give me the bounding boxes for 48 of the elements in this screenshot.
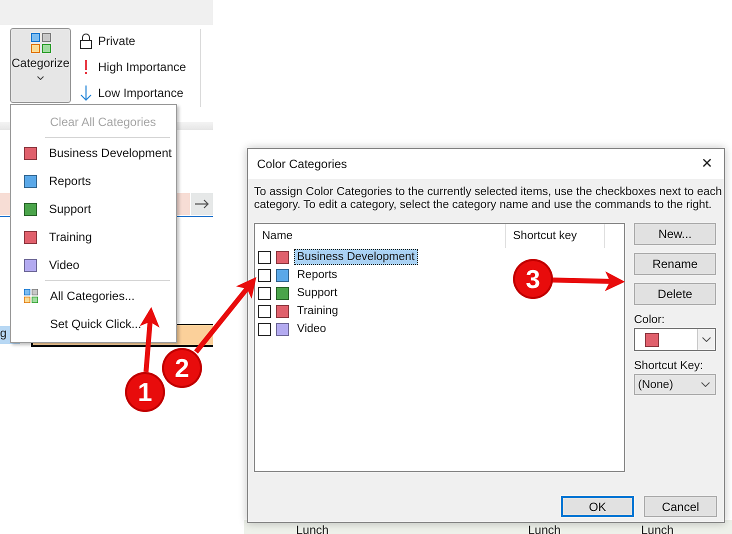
dialog-button[interactable]: New... <box>634 223 716 245</box>
category-name[interactable]: Support <box>294 285 340 301</box>
menu-item[interactable]: All Categories... <box>11 282 176 310</box>
column-header[interactable]: Name <box>255 224 506 248</box>
caret-icon <box>37 76 44 80</box>
checkbox[interactable] <box>258 322 271 336</box>
field-label: Color: <box>634 314 666 326</box>
shortcut-dropdown[interactable]: (None) <box>634 374 716 395</box>
menu-item[interactable]: Business Development <box>11 139 176 167</box>
category-name[interactable]: Reports <box>294 267 340 283</box>
dialog-button[interactable]: OK <box>561 496 634 517</box>
instructions-text: To assign Color Categories to the currently selected items, use the checkboxes next to each category. To edit a category, select the category name and use the commands to the right. <box>254 186 723 212</box>
checkbox[interactable] <box>258 268 271 282</box>
column-header[interactable]: Shortcut key <box>506 224 605 248</box>
close-button[interactable]: ✕ <box>690 149 724 179</box>
lock-icon <box>79 33 93 49</box>
tag-button[interactable]: Low Importance <box>79 84 186 102</box>
callout-arrow <box>140 306 160 372</box>
tag-button[interactable]: High Importance <box>79 58 186 76</box>
color-dropdown[interactable] <box>634 328 716 351</box>
chevron-icon <box>702 337 711 342</box>
window-title: Color Categories <box>257 157 348 171</box>
menu-item[interactable]: Video <box>11 251 176 279</box>
checkbox[interactable] <box>258 286 271 300</box>
menu-item[interactable]: Support <box>11 195 176 223</box>
field-label: Shortcut Key: <box>634 360 704 372</box>
categories-icon <box>24 288 38 304</box>
dialog-button[interactable]: Rename <box>634 253 716 275</box>
categorize-button[interactable]: Categorize <box>10 28 71 103</box>
tag-button[interactable]: Private <box>79 32 186 50</box>
category-name[interactable]: Video <box>294 321 330 337</box>
category-name[interactable]: Training <box>294 303 342 319</box>
checkbox[interactable] <box>258 304 271 318</box>
dialog-button[interactable]: Delete <box>634 283 716 305</box>
menu-item[interactable]: Reports <box>11 167 176 195</box>
step-badge: 2 <box>162 348 202 388</box>
dialog-button[interactable]: Cancel <box>644 496 717 517</box>
categories-icon <box>30 33 50 53</box>
category-name[interactable]: Business Development <box>294 249 418 265</box>
calendar-text: Lunch <box>641 523 674 534</box>
calendar-text: Lunch <box>528 523 561 534</box>
menu-item[interactable]: Training <box>11 223 176 251</box>
calendar-text: Lunch <box>296 523 329 534</box>
step-badge: 1 <box>125 372 165 412</box>
down-arrow-icon <box>79 85 93 101</box>
dropdown-button[interactable] <box>697 329 715 350</box>
chevron-icon <box>701 382 710 387</box>
checkbox[interactable] <box>258 250 271 264</box>
